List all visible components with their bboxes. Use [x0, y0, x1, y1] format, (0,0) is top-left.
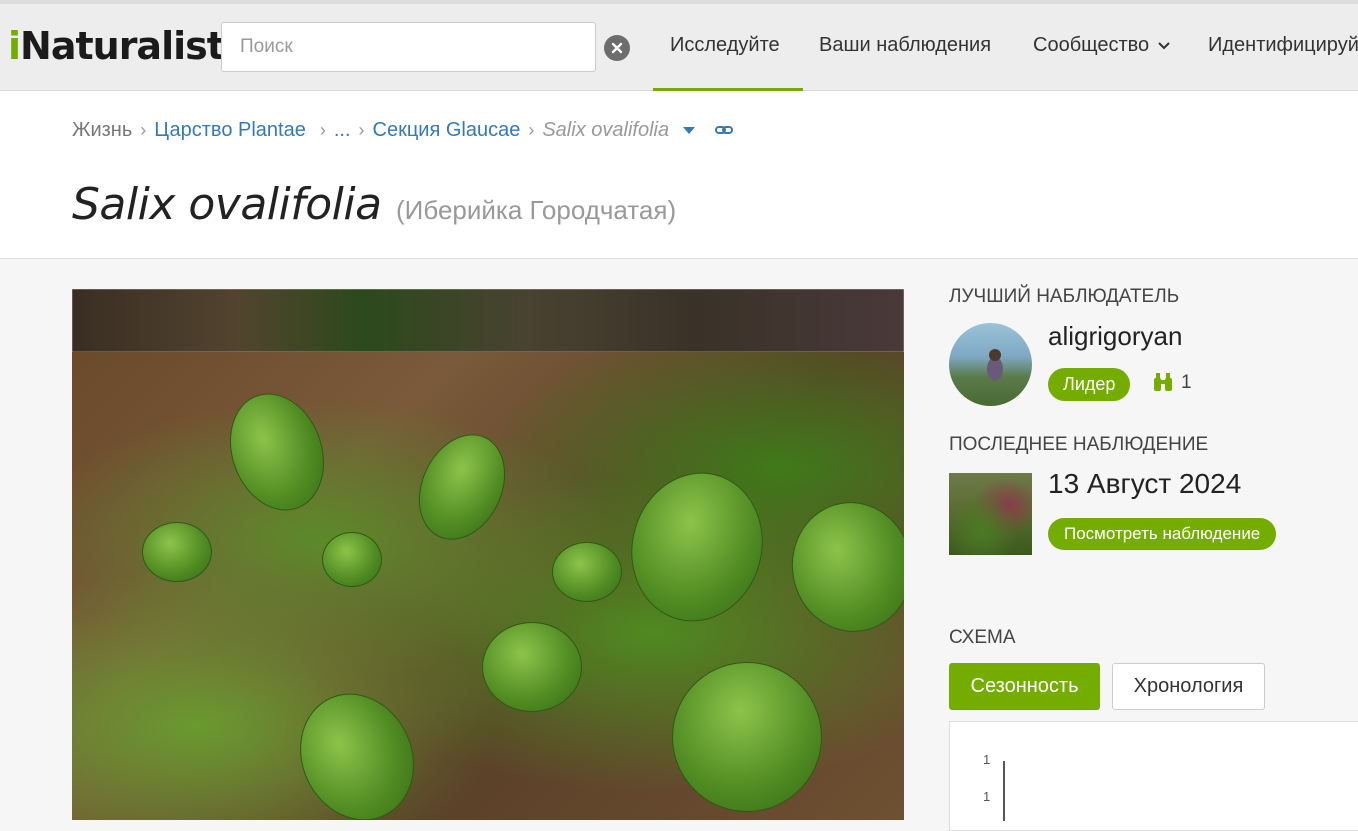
breadcrumb-current: Salix ovalifolia: [542, 119, 670, 141]
avatar[interactable]: [949, 323, 1032, 406]
chevron-down-icon: [1158, 42, 1170, 50]
common-name: (Иберийка Городчатая): [396, 195, 677, 225]
breadcrumb-kingdom[interactable]: Царство Plantae: [154, 119, 306, 142]
scientific-name: Salix ovalifolia: [72, 179, 382, 230]
caret-down-icon[interactable]: [683, 127, 696, 134]
photo-image: [72, 352, 904, 820]
nav-community-label: Сообщество: [1033, 34, 1150, 56]
page-title: Salix ovalifolia (Иберийка Городчатая): [72, 179, 676, 230]
view-observation-button[interactable]: Посмотреть наблюдение: [1048, 518, 1277, 550]
breadcrumb-life[interactable]: Жизнь: [72, 119, 132, 142]
leaf-shape: [402, 420, 522, 554]
leaf-shape: [279, 674, 435, 820]
breadcrumb-separator: ›: [528, 120, 535, 140]
top-navbar: iNaturalist Исследуйте Ваши наблюдения С…: [0, 0, 1358, 92]
nav-your-observations[interactable]: Ваши наблюдения: [819, 34, 991, 57]
chart-y-axis: [1003, 761, 1005, 821]
leaf-shape: [552, 542, 622, 602]
search-input[interactable]: [221, 22, 596, 72]
last-observation-thumbnail[interactable]: [949, 473, 1032, 555]
leaf-shape: [322, 532, 382, 587]
taxon-photo[interactable]: [72, 289, 904, 820]
leaf-shape: [142, 522, 212, 582]
nav-identify[interactable]: Идентифицируйте: [1208, 34, 1358, 57]
leader-badge: Лидер: [1048, 368, 1131, 401]
leaf-shape: [482, 622, 582, 712]
binoculars-icon: [1153, 372, 1173, 397]
leaf-shape: [614, 457, 780, 637]
leaf-shape: [214, 380, 340, 524]
nav-explore[interactable]: Исследуйте: [670, 34, 780, 57]
y-tick-label: 1: [983, 789, 991, 804]
y-tick-label: 1: [983, 752, 991, 767]
observer-username[interactable]: aligrigoryan: [1048, 321, 1182, 352]
taxon-header: Жизнь › Царство Plantae › ... › Секция G…: [0, 91, 1358, 259]
leaf-shape: [781, 492, 904, 642]
breadcrumb-separator: ›: [319, 120, 326, 140]
photo-blurred-strip: [72, 289, 904, 352]
link-icon[interactable]: [715, 119, 734, 142]
last-observation-date: 13 Август 2024: [1048, 468, 1242, 499]
observation-count: 1: [1181, 372, 1192, 393]
leaf-shape: [650, 640, 844, 820]
top-observer-label: ЛУЧШИЙ НАБЛЮДАТЕЛЬ: [949, 286, 1180, 307]
breadcrumb: Жизнь › Царство Plantae › ... › Секция G…: [72, 119, 734, 142]
inaturalist-logo[interactable]: iNaturalist: [8, 24, 225, 68]
chart-section-label: СХЕМА: [949, 627, 1016, 648]
tab-seasonality[interactable]: Сезонность: [949, 663, 1100, 710]
last-observation-label: ПОСЛЕДНЕЕ НАБЛЮДЕНИЕ: [949, 434, 1209, 455]
tab-history[interactable]: Хронология: [1112, 663, 1265, 710]
breadcrumb-section[interactable]: Секция Glaucae: [373, 119, 521, 142]
breadcrumb-ellipsis[interactable]: ...: [334, 119, 351, 142]
nav-community[interactable]: Сообщество: [1033, 34, 1170, 57]
breadcrumb-separator: ›: [140, 120, 147, 140]
seasonality-chart: [949, 721, 1358, 831]
breadcrumb-separator: ›: [358, 120, 365, 140]
clear-search-icon[interactable]: [604, 35, 630, 61]
